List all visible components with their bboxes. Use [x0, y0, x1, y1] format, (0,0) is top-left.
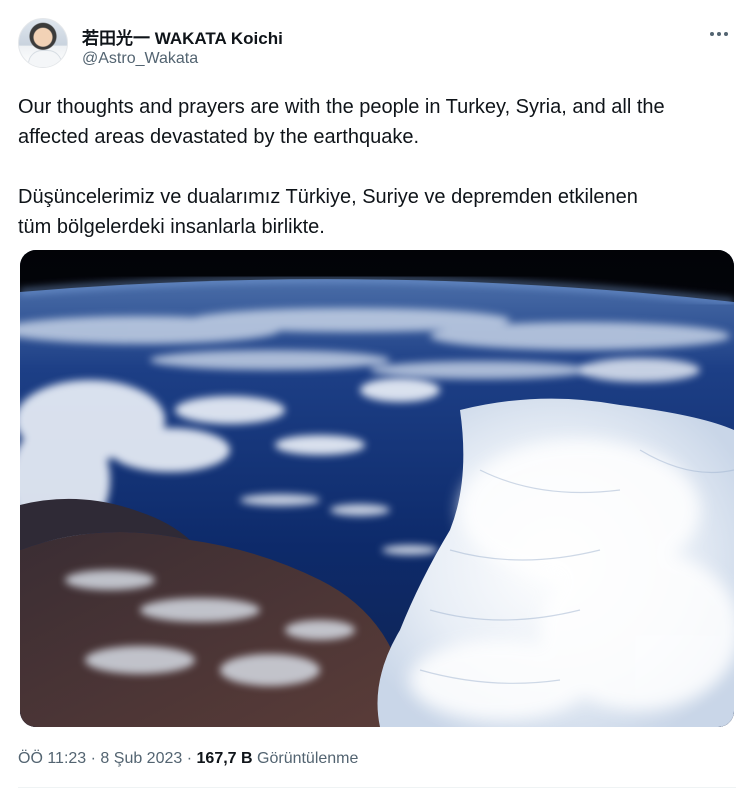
- author-handle[interactable]: @Astro_Wakata: [82, 50, 198, 68]
- more-options-icon[interactable]: [702, 22, 736, 46]
- earth-from-orbit-photo: [20, 250, 734, 727]
- tweet-text-english: Our thoughts and prayers are with the pe…: [18, 92, 733, 152]
- tweet-text-line: affected areas devastated by the earthqu…: [18, 126, 420, 148]
- tweet-header: 若田光一 WAKATA Koichi @Astro_Wakata: [18, 18, 738, 76]
- tweet-text-line: tüm bölgelerdeki insanlarla birlikte.: [18, 216, 325, 238]
- more-dot: [724, 32, 728, 36]
- tweet-photo[interactable]: [20, 250, 734, 727]
- more-dot: [710, 32, 714, 36]
- avatar[interactable]: [18, 18, 68, 68]
- views-count: 167,7 B: [196, 750, 253, 767]
- tweet-date[interactable]: 8 Şub 2023: [100, 750, 182, 767]
- tweet-metadata: ÖÖ 11:23 · 8 Şub 2023 · 167,7 B Görüntül…: [18, 750, 358, 768]
- tweet-text-turkish: Düşüncelerimiz ve dualarımız Türkiye, Su…: [18, 182, 733, 242]
- author-display-name[interactable]: 若田光一 WAKATA Koichi: [82, 24, 283, 49]
- tweet-card: 若田光一 WAKATA Koichi @Astro_Wakata Our tho…: [0, 0, 750, 796]
- meta-separator: ·: [90, 750, 96, 767]
- divider: [18, 787, 736, 788]
- tweet-text-line: Düşüncelerimiz ve dualarımız Türkiye, Su…: [18, 186, 638, 208]
- views-label: Görüntülenme: [257, 750, 359, 767]
- more-dot: [717, 32, 721, 36]
- meta-separator: ·: [186, 750, 193, 767]
- tweet-text-line: Our thoughts and prayers are with the pe…: [18, 96, 665, 118]
- tweet-time[interactable]: ÖÖ 11:23: [18, 750, 86, 767]
